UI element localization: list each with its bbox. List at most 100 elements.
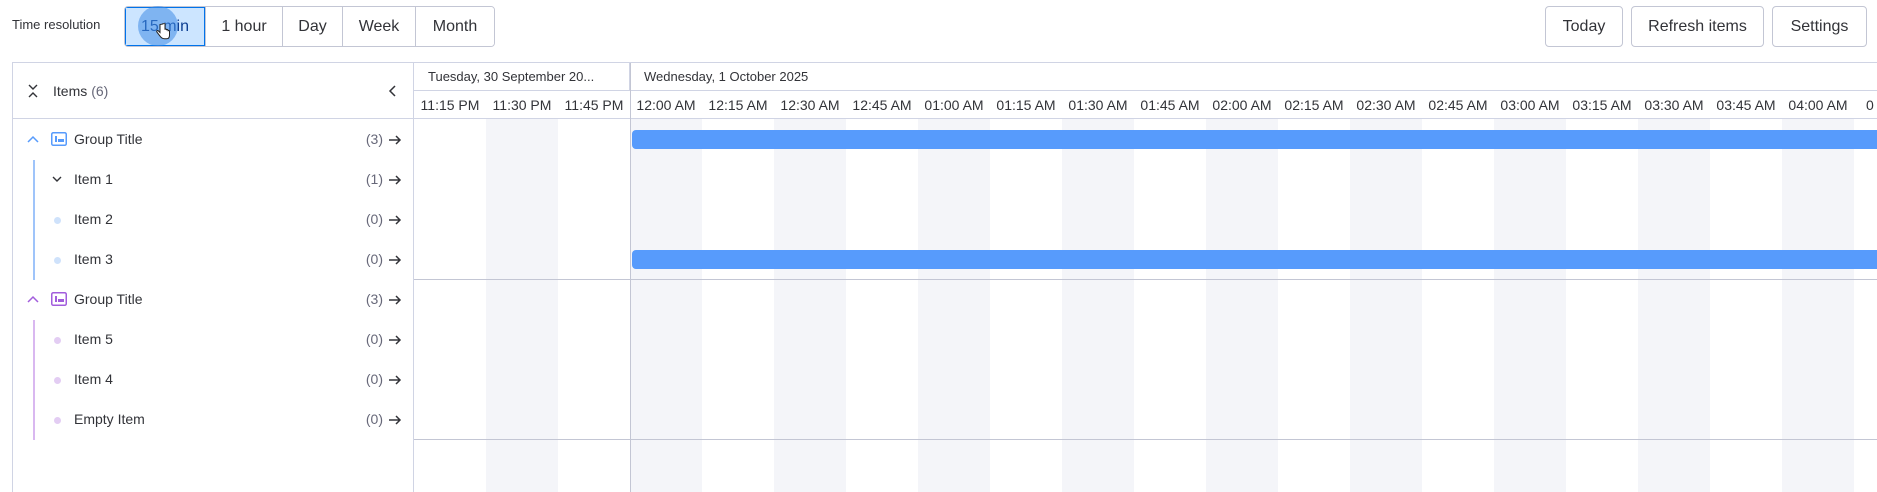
time-tick: 02:30 AM	[1356, 97, 1416, 113]
chevron-up-icon[interactable]	[27, 294, 39, 304]
time-tick: 04:00 AM	[1788, 97, 1848, 113]
group-row[interactable]: Group Title (3)	[13, 120, 413, 160]
group-icon	[51, 292, 67, 306]
time-tick: 0	[1866, 97, 1874, 113]
item-dot-icon	[54, 217, 61, 224]
time-header: 11:15 PM 11:30 PM 11:45 PM 12:00 AM 12:1…	[414, 91, 1877, 119]
group-separator	[414, 279, 1877, 280]
resolution-1hour-button[interactable]: 1 hour	[205, 7, 282, 46]
time-tick: 02:15 AM	[1284, 97, 1344, 113]
collapse-all-icon[interactable]	[27, 84, 39, 98]
item-count: (1)	[365, 171, 383, 187]
settings-button[interactable]: Settings	[1772, 6, 1867, 47]
time-tick: 12:00 AM	[636, 97, 696, 113]
resolution-week-button[interactable]: Week	[342, 7, 415, 46]
group-row[interactable]: Group Title (3)	[13, 280, 413, 320]
time-tick: 11:15 PM	[420, 97, 480, 113]
group-count: (3)	[365, 131, 383, 147]
time-column-stripe	[1782, 119, 1854, 492]
time-column-stripe	[1638, 119, 1710, 492]
items-panel: Items (6) Group Title (3) Item 1 (1) Item…	[13, 63, 414, 492]
arrow-right-icon[interactable]	[388, 413, 402, 427]
items-label: Items	[53, 83, 88, 99]
item-dot-icon	[54, 257, 61, 264]
item-name: Item 3	[74, 251, 113, 267]
list-item[interactable]: Item 2 (0)	[13, 200, 413, 240]
item-count: (0)	[365, 371, 383, 387]
time-tick: 02:45 AM	[1428, 97, 1488, 113]
time-resolution-label: Time resolution	[12, 17, 101, 32]
list-item[interactable]: Item 4 (0)	[13, 360, 413, 400]
resolution-day-button[interactable]: Day	[282, 7, 342, 46]
time-column-stripe	[918, 119, 990, 492]
time-tick: 11:30 PM	[492, 97, 552, 113]
item-dot-icon	[54, 377, 61, 384]
time-column-stripe	[1062, 119, 1134, 492]
list-item[interactable]: Item 3 (0)	[13, 240, 413, 280]
time-tick: 12:15 AM	[708, 97, 768, 113]
arrow-right-icon[interactable]	[388, 253, 402, 267]
chevron-down-icon[interactable]	[52, 175, 62, 183]
today-button[interactable]: Today	[1545, 6, 1623, 47]
timeline-grid[interactable]: Tuesday, 30 September 20... Wednesday, 1…	[414, 63, 1877, 492]
day-boundary-line	[630, 63, 631, 492]
time-tick: 02:00 AM	[1212, 97, 1272, 113]
group-icon	[51, 132, 67, 146]
time-resolution-switcher: 15 min 1 hour Day Week Month	[124, 6, 495, 47]
time-tick: 03:30 AM	[1644, 97, 1704, 113]
arrow-right-icon[interactable]	[388, 373, 402, 387]
item-name: Item 5	[74, 331, 113, 347]
arrow-right-icon[interactable]	[388, 293, 402, 307]
time-tick: 11:45 PM	[564, 97, 624, 113]
time-column-stripe	[1350, 119, 1422, 492]
item-count: (0)	[365, 411, 383, 427]
time-tick: 03:00 AM	[1500, 97, 1560, 113]
items-panel-header: Items (6)	[13, 63, 413, 119]
time-tick: 01:00 AM	[924, 97, 984, 113]
group-timeline-bar[interactable]	[632, 130, 1877, 149]
date-label: Wednesday, 1 October 2025	[644, 69, 809, 84]
toolbar: Time resolution 15 min 1 hour Day Week M…	[0, 0, 1877, 56]
time-column-stripe	[486, 119, 558, 492]
arrow-right-icon[interactable]	[388, 213, 402, 227]
group-title: Group Title	[74, 291, 143, 307]
time-tick: 01:30 AM	[1068, 97, 1128, 113]
chevron-up-icon[interactable]	[27, 134, 39, 144]
arrow-right-icon[interactable]	[388, 333, 402, 347]
time-tick: 12:45 AM	[852, 97, 912, 113]
items-count: (6)	[91, 83, 109, 99]
time-tick: 03:15 AM	[1572, 97, 1632, 113]
resolution-month-button[interactable]: Month	[415, 7, 494, 46]
arrow-right-icon[interactable]	[388, 173, 402, 187]
item-count: (0)	[365, 211, 383, 227]
timeline-body[interactable]	[414, 119, 1877, 492]
time-tick: 03:45 AM	[1716, 97, 1776, 113]
time-column-stripe	[630, 119, 702, 492]
item-count: (0)	[365, 331, 383, 347]
arrow-right-icon[interactable]	[388, 133, 402, 147]
item-dot-icon	[54, 337, 61, 344]
item-timeline-bar[interactable]	[632, 250, 1877, 269]
list-item[interactable]: Item 1 (1)	[13, 160, 413, 200]
group-title: Group Title	[74, 131, 143, 147]
resolution-15min-button[interactable]: 15 min	[125, 7, 205, 46]
time-column-stripe	[1206, 119, 1278, 492]
chevron-left-icon[interactable]	[388, 85, 398, 97]
time-column-stripe	[1494, 119, 1566, 492]
group-count: (3)	[365, 291, 383, 307]
time-tick: 12:30 AM	[780, 97, 840, 113]
time-tick: 01:15 AM	[996, 97, 1056, 113]
time-column-stripe	[774, 119, 846, 492]
item-count: (0)	[365, 251, 383, 267]
date-header: Tuesday, 30 September 20... Wednesday, 1…	[414, 63, 1877, 91]
list-item[interactable]: Item 5 (0)	[13, 320, 413, 360]
group-separator	[414, 439, 1877, 440]
list-item[interactable]: Empty Item (0)	[13, 400, 413, 440]
timeline-frame: Items (6) Group Title (3) Item 1 (1) Item…	[12, 62, 1877, 492]
items-title: Items (6)	[53, 83, 108, 99]
refresh-items-button[interactable]: Refresh items	[1631, 6, 1764, 47]
item-name: Item 4	[74, 371, 113, 387]
item-name: Item 2	[74, 211, 113, 227]
item-name: Empty Item	[74, 411, 145, 427]
item-dot-icon	[54, 417, 61, 424]
